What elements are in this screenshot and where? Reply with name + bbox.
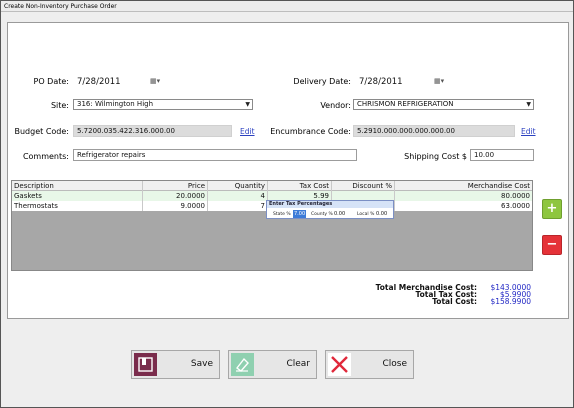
comments-input[interactable]: Refrigerator repairs bbox=[73, 149, 357, 161]
column-header-quantity[interactable]: Quantity bbox=[208, 181, 268, 191]
po-date-field[interactable]: 7/28/2011 ▦▾ bbox=[73, 75, 163, 88]
vendor-value: CHRISMON REFRIGERATION bbox=[357, 100, 454, 108]
purchase-order-window: Create Non-Inventory Purchase Order PO D… bbox=[0, 0, 574, 408]
save-button[interactable]: Save bbox=[131, 350, 220, 379]
site-value: 316: Wilmington High bbox=[77, 100, 154, 108]
site-label: Site: bbox=[50, 101, 69, 110]
column-header-merchandise-cost[interactable]: Merchandise Cost bbox=[395, 181, 532, 191]
cell-price[interactable]: 9.0000 bbox=[143, 201, 208, 211]
cell-merchandise-cost[interactable]: 63.0000 bbox=[395, 201, 532, 211]
remove-line-button[interactable]: − bbox=[542, 235, 562, 255]
plus-icon: + bbox=[546, 201, 558, 216]
tax-percentages-popup: Enter Tax Percentages State % 7.00 Count… bbox=[266, 200, 394, 219]
encumbrance-code-edit-link[interactable]: Edit bbox=[521, 127, 536, 136]
close-button-label: Close bbox=[382, 359, 407, 369]
tax-popup-title: Enter Tax Percentages bbox=[267, 201, 393, 208]
column-header-discount[interactable]: Discount % bbox=[332, 181, 395, 191]
column-header-tax-cost[interactable]: Tax Cost bbox=[268, 181, 332, 191]
delivery-date-field[interactable]: 7/28/2011 ▦▾ bbox=[355, 75, 447, 88]
column-header-description[interactable]: Description bbox=[12, 181, 143, 191]
budget-code-edit-link[interactable]: Edit bbox=[240, 127, 255, 136]
eraser-icon bbox=[231, 353, 254, 376]
site-select[interactable]: 316: Wilmington High ▼ bbox=[73, 99, 253, 110]
state-tax-label: State % bbox=[273, 212, 291, 217]
cell-price[interactable]: 20.0000 bbox=[143, 191, 208, 201]
encumbrance-code-label: Encumbrance Code: bbox=[270, 127, 351, 136]
budget-code-label: Budget Code: bbox=[14, 127, 70, 136]
window-title: Create Non-Inventory Purchase Order bbox=[1, 1, 573, 12]
column-header-price[interactable]: Price bbox=[143, 181, 208, 191]
calendar-icon[interactable]: ▦▾ bbox=[150, 76, 160, 87]
local-tax-label: Local % bbox=[357, 212, 375, 217]
cell-quantity[interactable]: 7 bbox=[208, 201, 268, 211]
total-cost-value: $158.9900 bbox=[490, 297, 531, 306]
save-icon bbox=[134, 353, 157, 376]
chevron-down-icon: ▼ bbox=[245, 101, 250, 108]
comments-label: Comments: bbox=[22, 152, 69, 161]
close-icon bbox=[328, 353, 351, 376]
total-cost-label: Total Cost: bbox=[432, 297, 477, 306]
po-date-value: 7/28/2011 bbox=[77, 77, 121, 87]
calendar-icon[interactable]: ▦▾ bbox=[434, 76, 444, 87]
form-panel bbox=[7, 22, 569, 319]
clear-button-label: Clear bbox=[286, 359, 310, 369]
close-button[interactable]: Close bbox=[325, 350, 414, 379]
cell-description[interactable]: Gaskets bbox=[12, 191, 143, 201]
cell-description[interactable]: Thermostats bbox=[12, 201, 143, 211]
po-date-label: PO Date: bbox=[33, 77, 69, 86]
clear-button[interactable]: Clear bbox=[228, 350, 317, 379]
local-tax-input[interactable]: 0.00 bbox=[375, 210, 389, 218]
shipping-cost-input[interactable]: 10.00 bbox=[470, 149, 534, 161]
vendor-select[interactable]: CHRISMON REFRIGERATION ▼ bbox=[353, 99, 534, 110]
minus-icon: − bbox=[546, 237, 558, 252]
encumbrance-code-value: 5.2910.000.000.000.000.00 bbox=[353, 125, 515, 137]
cell-quantity[interactable]: 4 bbox=[208, 191, 268, 201]
delivery-date-label: Delivery Date: bbox=[293, 77, 351, 86]
delivery-date-value: 7/28/2011 bbox=[359, 77, 403, 87]
state-tax-input[interactable]: 7.00 bbox=[293, 210, 306, 218]
line-items-grid[interactable]: Description Price Quantity Tax Cost Disc… bbox=[11, 180, 533, 271]
vendor-label: Vendor: bbox=[320, 101, 351, 110]
budget-code-value: 5.7200.035.422.316.000.00 bbox=[73, 125, 232, 137]
save-button-label: Save bbox=[190, 359, 213, 369]
add-line-button[interactable]: + bbox=[542, 199, 562, 219]
grid-header: Description Price Quantity Tax Cost Disc… bbox=[12, 181, 532, 191]
county-tax-label: County % bbox=[311, 212, 333, 217]
county-tax-input[interactable]: 0.00 bbox=[333, 210, 347, 218]
cell-merchandise-cost[interactable]: 80.0000 bbox=[395, 191, 532, 201]
chevron-down-icon: ▼ bbox=[526, 101, 531, 108]
shipping-cost-label: Shipping Cost $ bbox=[404, 152, 467, 161]
